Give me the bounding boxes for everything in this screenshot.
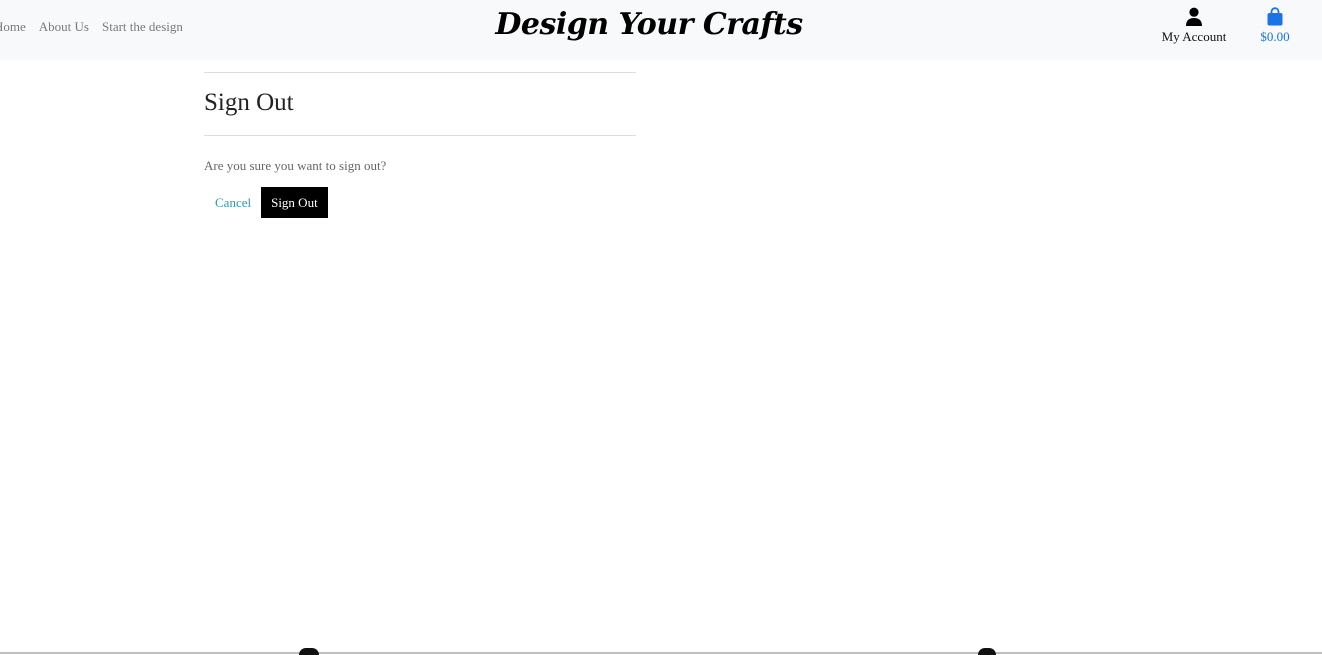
brand-logo-text[interactable]: Design Your Crafts xyxy=(0,7,1298,42)
footer-border xyxy=(0,652,1322,654)
page-title: Sign Out xyxy=(204,89,294,116)
confirm-question: Are you sure you want to sign out? xyxy=(204,158,387,173)
footer-social-icon[interactable] xyxy=(299,648,319,655)
form-actions: Cancel Sign Out xyxy=(204,187,636,218)
cart-link[interactable]: $0.00 xyxy=(1252,7,1298,45)
cancel-link[interactable]: Cancel xyxy=(204,195,261,211)
sign-out-button[interactable]: Sign Out xyxy=(261,187,328,218)
footer-social-icon[interactable] xyxy=(978,648,996,655)
top-navbar: Home About Us Start the design Design Yo… xyxy=(0,0,1322,60)
title-divider xyxy=(204,135,636,136)
shopping-bag-icon xyxy=(1252,7,1298,27)
cart-total: $0.00 xyxy=(1260,29,1290,44)
my-account-label: My Account xyxy=(1161,29,1227,44)
signout-panel: Sign Out Are you sure you want to sign o… xyxy=(204,72,636,218)
my-account-link[interactable]: My Account xyxy=(1156,7,1232,45)
user-icon xyxy=(1156,7,1232,27)
